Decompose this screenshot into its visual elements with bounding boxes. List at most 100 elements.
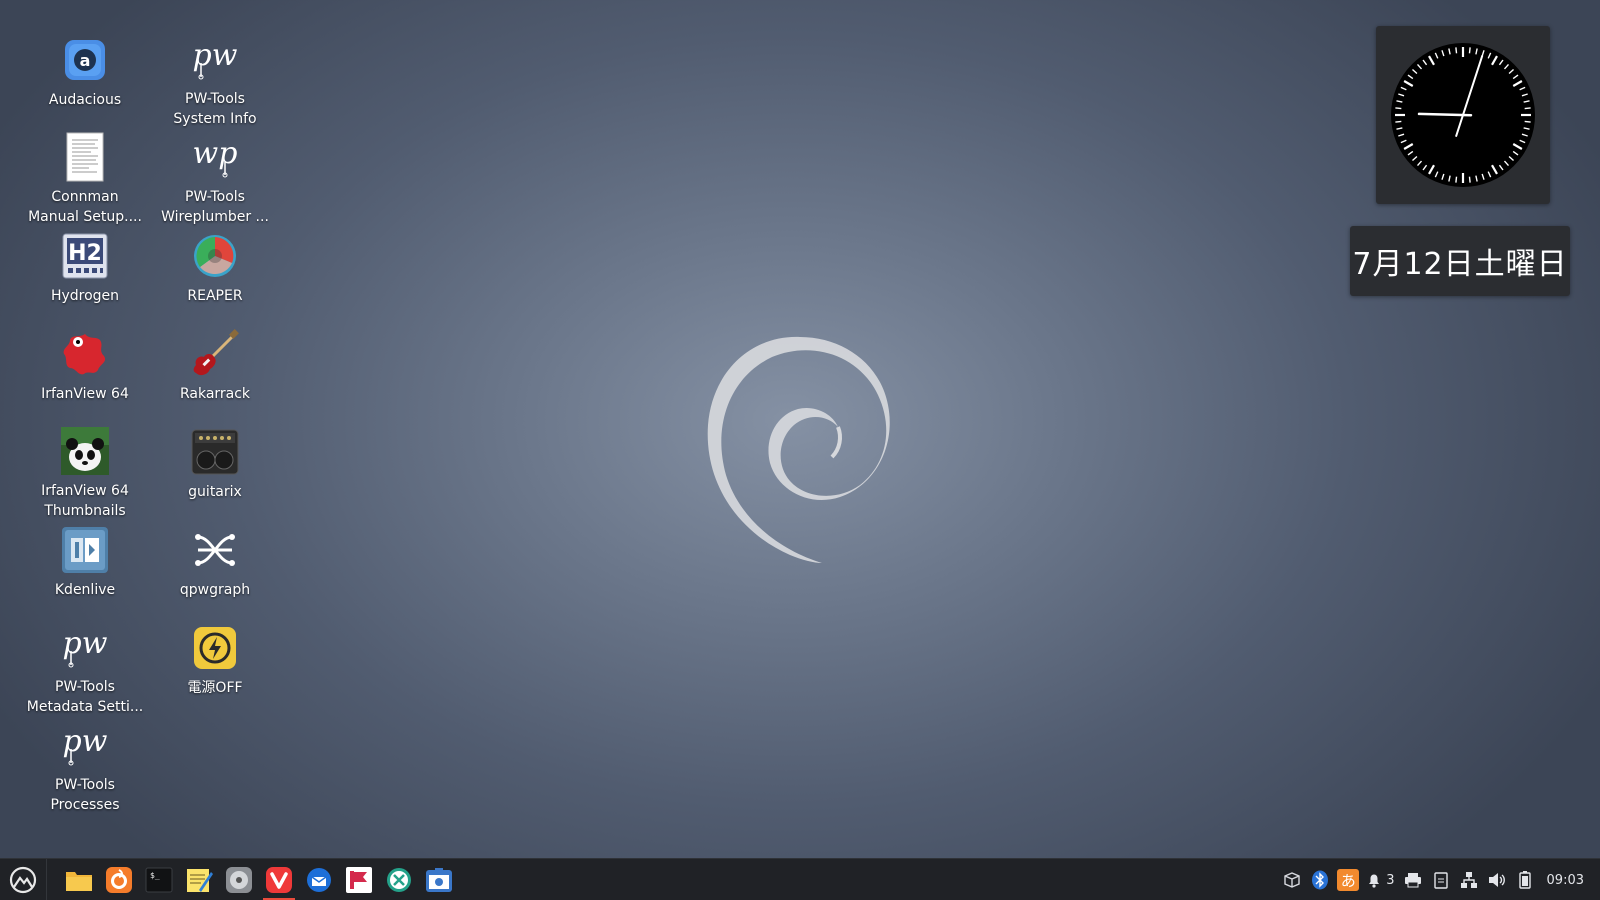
- text-editor-icon: [187, 869, 213, 892]
- network-icon: [1460, 872, 1477, 888]
- tray-network[interactable]: [1455, 859, 1483, 900]
- launcher-screenshot[interactable]: [419, 859, 459, 900]
- launcher-disk-utility[interactable]: [219, 859, 259, 900]
- launcher-text-editor[interactable]: [179, 859, 219, 900]
- battery-icon: [1518, 871, 1531, 889]
- bluetooth-icon: [1312, 870, 1329, 890]
- document-icon: [59, 132, 111, 183]
- desktop-icon-power-off[interactable]: 電源OFF: [150, 614, 280, 710]
- icon-label: guitarix: [188, 484, 242, 500]
- desktop-icon-hydrogen[interactable]: H2 Hydrogen: [20, 222, 150, 318]
- launcher-flathub[interactable]: [339, 859, 379, 900]
- icon-label: PW-Tools: [185, 90, 245, 107]
- flathub-icon: [346, 867, 372, 893]
- tray-package-updates[interactable]: [1278, 859, 1306, 900]
- clock-minute-tick: [1395, 107, 1402, 110]
- reaper-icon: [189, 230, 241, 282]
- launcher-xcode-tool[interactable]: [379, 859, 419, 900]
- date-widget[interactable]: 7月12日土曜日: [1350, 226, 1570, 296]
- clock-minute-tick: [1468, 176, 1471, 183]
- desktop-icon-guitarix[interactable]: guitarix: [150, 418, 280, 514]
- desktop-icon-rakarrack[interactable]: Rakarrack: [150, 320, 280, 416]
- svg-text:$_: $_: [150, 871, 160, 880]
- clock-minute-tick: [1455, 47, 1458, 54]
- desktop-icon-audacious[interactable]: a Audacious: [20, 26, 150, 122]
- svg-text:pw: pw: [63, 724, 108, 759]
- tray-notifications[interactable]: 3: [1362, 859, 1398, 900]
- icon-label: qpwgraph: [179, 582, 251, 598]
- icon-label: Kdenlive: [54, 582, 116, 598]
- desktop-icon-connman-manual[interactable]: Connman Manual Setup....: [20, 124, 150, 228]
- file-manager-icon: [66, 872, 92, 891]
- tray-clipboard[interactable]: [1427, 859, 1455, 900]
- taskbar: $_ あ 3 09:03: [0, 858, 1600, 900]
- desktop-icon-kdenlive[interactable]: Kdenlive: [20, 516, 150, 612]
- desktop-icon-pw-tools-processes[interactable]: pw PW-Tools Processes: [20, 712, 150, 816]
- disk-utility-icon: [226, 867, 252, 893]
- svg-text:a: a: [80, 51, 91, 70]
- bell-icon: [1369, 874, 1380, 888]
- pw-tools-icon: pw: [59, 720, 111, 771]
- clock-widget[interactable]: [1376, 26, 1550, 204]
- icon-label: Rakarrack: [179, 386, 251, 402]
- desktop-icon-pw-tools-metadata[interactable]: pw PW-Tools Metadata Setti...: [20, 614, 150, 718]
- pw-tools-icon: pw: [59, 622, 111, 673]
- tray-bluetooth[interactable]: [1306, 859, 1334, 900]
- debian-swirl-logo: [707, 336, 890, 563]
- qpwgraph-icon: [189, 524, 241, 576]
- desktop-icon-pw-tools-system-info[interactable]: pw PW-Tools System Info: [150, 26, 280, 130]
- amplifier-icon: [189, 426, 241, 478]
- desktop-icon-pw-tools-wireplumber[interactable]: wp PW-Tools Wireplumber ...: [150, 124, 280, 228]
- icon-label: IrfanView 64: [41, 482, 129, 499]
- system-tray: あ 3 09:03: [1278, 859, 1600, 900]
- launcher-vivaldi[interactable]: [259, 859, 299, 900]
- icon-label: PW-Tools: [185, 188, 245, 205]
- icon-label: IrfanView 64: [41, 386, 129, 402]
- volume-icon: [1488, 873, 1505, 887]
- terminal-icon: $_: [145, 867, 173, 893]
- input-method-label: あ: [1340, 871, 1356, 890]
- tray-input-method[interactable]: あ: [1334, 859, 1362, 900]
- launcher-firefox[interactable]: [99, 859, 139, 900]
- clock-minute-tick: [1524, 107, 1531, 110]
- guitar-icon: [189, 328, 241, 380]
- irfanview-icon: [59, 328, 111, 380]
- launcher-bar: $_: [59, 859, 459, 900]
- desktop-icon-irfanview[interactable]: IrfanView 64: [20, 320, 150, 416]
- taskbar-clock[interactable]: 09:03: [1539, 859, 1600, 900]
- icon-label: REAPER: [187, 288, 243, 304]
- svg-text:wp: wp: [193, 136, 238, 171]
- desktop: a Audacious pw PW-Tools System Info Conn…: [0, 0, 1600, 858]
- panda-icon: [59, 426, 111, 477]
- launcher-terminal[interactable]: $_: [139, 859, 179, 900]
- svg-text:pw: pw: [193, 38, 238, 73]
- desktop-icon-reaper[interactable]: REAPER: [150, 222, 280, 318]
- start-menu-button[interactable]: [0, 859, 47, 900]
- launcher-thunderbird[interactable]: [299, 859, 339, 900]
- desktop-icon-qpwgraph[interactable]: qpwgraph: [150, 516, 280, 612]
- wp-tools-icon: wp: [189, 132, 241, 183]
- package-icon: [1284, 872, 1300, 888]
- start-menu-icon: [9, 866, 37, 894]
- svg-text:H2: H2: [68, 241, 102, 266]
- tray-printer[interactable]: [1399, 859, 1427, 900]
- tray-volume[interactable]: [1483, 859, 1511, 900]
- notification-count: 3: [1386, 872, 1395, 888]
- printer-icon: [1404, 873, 1421, 888]
- icon-label: PW-Tools: [55, 678, 115, 695]
- icon-label-line2: Processes: [50, 797, 120, 814]
- xcode-tool-icon: [387, 868, 411, 892]
- analog-clock-face: [1391, 43, 1535, 187]
- desktop-icon-irfanview-thumbnails[interactable]: IrfanView 64 Thumbnails: [20, 418, 150, 522]
- hydrogen-icon: H2: [59, 230, 111, 282]
- icon-label: Connman: [51, 188, 119, 205]
- launcher-file-manager[interactable]: [59, 859, 99, 900]
- clock-minute-tick: [1455, 176, 1458, 183]
- clock-minute-tick: [1468, 47, 1471, 54]
- clipboard-icon: [1433, 872, 1448, 889]
- input-method-badge: あ: [1337, 869, 1360, 891]
- kdenlive-icon: [59, 524, 111, 576]
- pw-tools-icon: pw: [189, 34, 241, 85]
- svg-text:pw: pw: [63, 626, 108, 661]
- tray-battery[interactable]: [1511, 859, 1539, 900]
